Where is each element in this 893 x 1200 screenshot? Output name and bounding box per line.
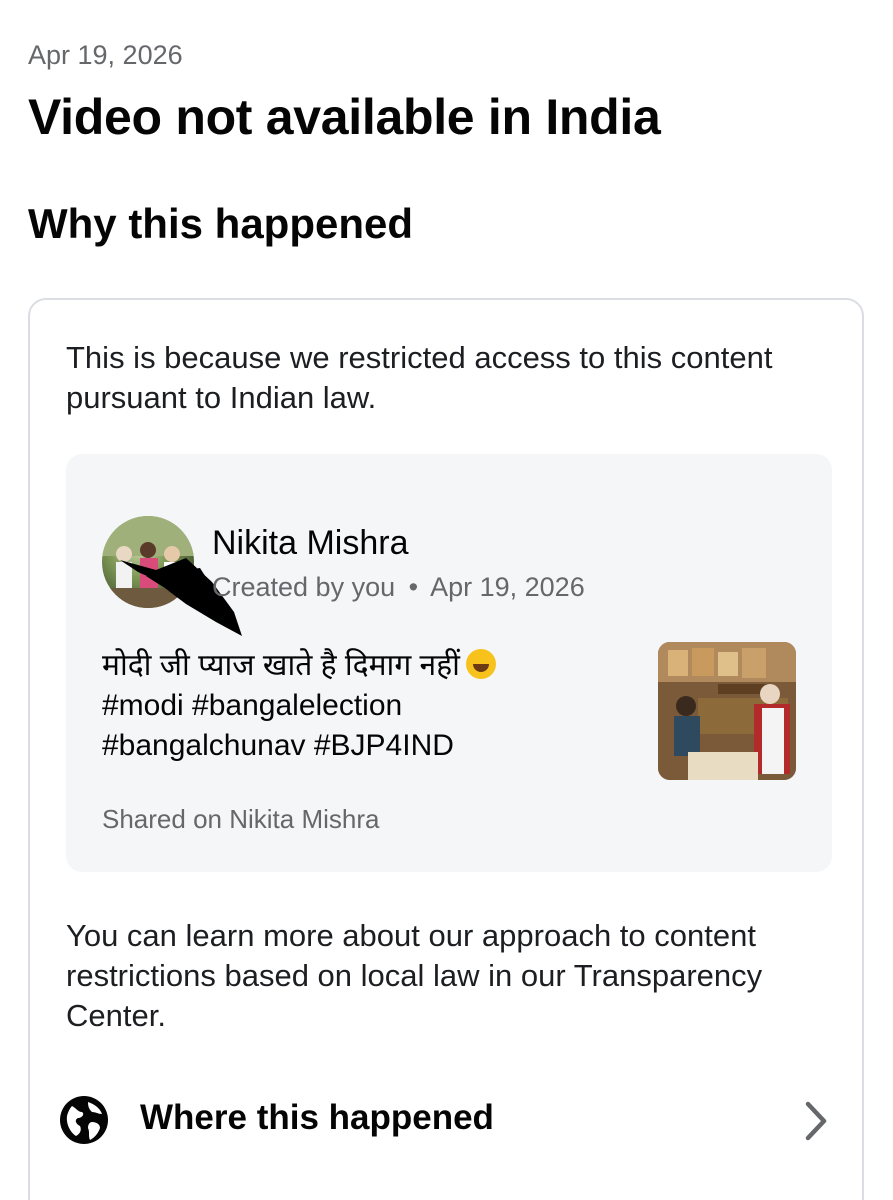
notice-date: Apr 19, 2026 [28,40,183,70]
post-created-by: Created by you [212,572,396,602]
restriction-explanation: This is because we restricted access to … [66,340,773,415]
meta-separator: • [408,572,419,602]
post-date: Apr 19, 2026 [430,572,585,602]
where-this-happened-row[interactable]: Where this happened [58,1088,834,1152]
reason-card: This is because we restricted access to … [28,298,864,1200]
section-title: Why this happened [28,200,414,247]
globe-icon [60,1096,108,1144]
restricted-post-preview[interactable]: Nikita Mishra Created by you • Apr 19, 2… [66,454,832,872]
video-thumbnail[interactable] [658,642,796,780]
post-caption: मोदी जी प्याज खाते है दिमाग नहीं #modi #… [102,646,642,766]
chevron-right-icon [805,1101,827,1141]
post-meta: Created by you • Apr 19, 2026 [212,572,585,603]
post-author-name: Nikita Mishra [212,524,409,562]
caption-line-3: #bangalchunav #BJP4IND [102,729,454,762]
restriction-notice-page: Apr 19, 2026 Video not available in Indi… [0,0,893,1200]
shared-on-label: Shared on Nikita Mishra [102,804,380,834]
laughing-emoji-icon [465,649,496,679]
page-title: Video not available in India [28,89,661,145]
transparency-center-text[interactable]: You can learn more about our approach to… [66,916,846,1036]
thumbnail-image [658,642,796,780]
caption-line-1: मोदी जी प्याज खाते है दिमाग नहीं [102,646,642,686]
caption-line-2: #modi #bangalelection [102,689,403,722]
where-this-happened-label: Where this happened [140,1098,494,1137]
